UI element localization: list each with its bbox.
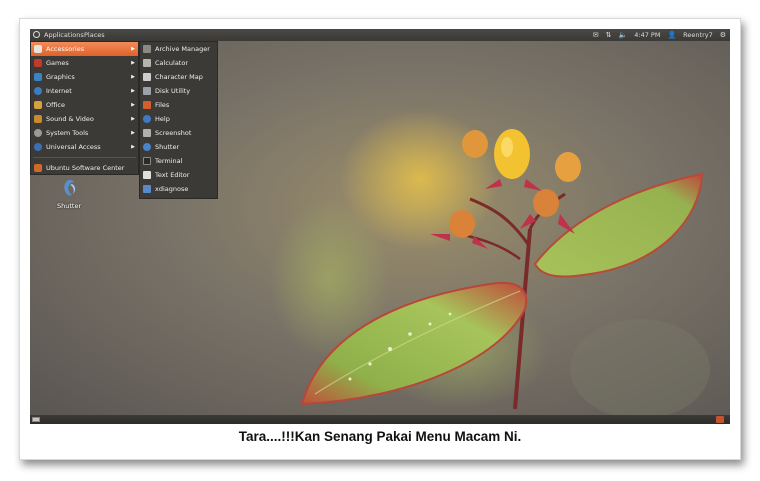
menu-item-label: Graphics [46, 73, 75, 81]
menu-item-office[interactable]: Office ▶ [31, 98, 138, 112]
submenu-item-label: Files [155, 101, 170, 109]
menu-item-internet[interactable]: Internet ▶ [31, 84, 138, 98]
system-tray: ✉ ⇅ 🔈 4:47 PM 👤 Reentry7 ⚙ [593, 29, 726, 41]
submenu-item-files[interactable]: Files [140, 98, 217, 112]
network-icon[interactable]: ⇅ [606, 29, 612, 41]
menu-item-system-tools[interactable]: System Tools ▶ [31, 126, 138, 140]
submenu-item-label: Screenshot [155, 129, 192, 137]
shutter-icon [143, 143, 151, 151]
user-icon: 👤 [667, 31, 677, 39]
gear-icon[interactable]: ⚙ [720, 29, 726, 41]
sound-video-icon [34, 115, 42, 123]
disk-icon [143, 87, 151, 95]
submenu-item-label: Character Map [155, 73, 203, 81]
xdiagnose-icon [143, 185, 151, 193]
submenu-arrow-icon: ▶ [131, 102, 135, 108]
mail-icon[interactable]: ✉ [593, 29, 599, 41]
desktop-icon-label: Shutter [57, 202, 82, 210]
submenu-arrow-icon: ▶ [131, 144, 135, 150]
submenu-item-terminal[interactable]: Terminal [140, 154, 217, 168]
submenu-arrow-icon: ▶ [131, 74, 135, 80]
character-map-icon [143, 73, 151, 81]
volume-icon[interactable]: 🔈 [619, 29, 628, 41]
submenu-item-xdiagnose[interactable]: xdiagnose [140, 182, 217, 196]
accessories-submenu: Archive Manager Calculator Character Map… [139, 41, 218, 199]
menu-item-label: Ubuntu Software Center [46, 164, 125, 172]
help-icon [143, 115, 151, 123]
menu-item-universal-access[interactable]: Universal Access ▶ [31, 140, 138, 154]
submenu-arrow-icon: ▶ [131, 46, 135, 52]
user-name[interactable]: Reentry7 [683, 29, 713, 41]
games-icon [34, 59, 42, 67]
bottom-panel [30, 415, 730, 424]
menu-separator [33, 157, 136, 158]
submenu-item-shutter[interactable]: Shutter [140, 140, 217, 154]
desktop-screen: Applications Places ✉ ⇅ 🔈 4:47 PM 👤 Reen… [30, 29, 730, 424]
universal-access-icon [34, 143, 42, 151]
applications-menu: Accessories ▶ Games ▶ Graphics ▶ Interne… [30, 41, 139, 175]
software-center-icon [34, 164, 42, 172]
menu-item-label: Universal Access [46, 143, 101, 151]
menu-item-games[interactable]: Games ▶ [31, 56, 138, 70]
menu-item-label: Internet [46, 87, 72, 95]
submenu-item-label: Terminal [155, 157, 183, 165]
menu-item-label: Office [46, 101, 65, 109]
submenu-item-calculator[interactable]: Calculator [140, 56, 217, 70]
submenu-item-label: Text Editor [155, 171, 190, 179]
submenu-item-label: Calculator [155, 59, 189, 67]
menu-item-graphics[interactable]: Graphics ▶ [31, 70, 138, 84]
submenu-item-label: Disk Utility [155, 87, 191, 95]
accessories-icon [34, 45, 42, 53]
screenshot-icon [143, 129, 151, 137]
submenu-arrow-icon: ▶ [131, 60, 135, 66]
internet-icon [34, 87, 42, 95]
submenu-item-character-map[interactable]: Character Map [140, 70, 217, 84]
submenu-item-label: Help [155, 115, 170, 123]
system-tools-icon [34, 129, 42, 137]
submenu-item-disk-utility[interactable]: Disk Utility [140, 84, 217, 98]
menu-item-software-center[interactable]: Ubuntu Software Center [31, 161, 138, 175]
applications-menu-button[interactable]: Applications [44, 29, 84, 41]
screenshot-frame: Applications Places ✉ ⇅ 🔈 4:47 PM 👤 Reen… [19, 18, 741, 460]
menu-item-label: Accessories [46, 45, 85, 53]
shutter-icon [64, 179, 76, 196]
places-menu-button[interactable]: Places [84, 29, 105, 41]
clock[interactable]: 4:47 PM [634, 29, 660, 41]
show-desktop-button[interactable] [32, 417, 40, 422]
submenu-item-label: Shutter [155, 143, 180, 151]
calculator-icon [143, 59, 151, 67]
top-panel: Applications Places ✉ ⇅ 🔈 4:47 PM 👤 Reen… [30, 29, 730, 41]
terminal-icon [143, 157, 151, 165]
submenu-arrow-icon: ▶ [131, 88, 135, 94]
desktop-icon-shutter[interactable]: Shutter [57, 179, 81, 210]
submenu-item-screenshot[interactable]: Screenshot [140, 126, 217, 140]
office-icon [34, 101, 42, 109]
trash-icon[interactable] [716, 416, 724, 423]
files-icon [143, 101, 151, 109]
submenu-item-label: Archive Manager [155, 45, 210, 53]
menu-item-label: System Tools [46, 129, 89, 137]
menu-item-label: Sound & Video [46, 115, 94, 123]
submenu-arrow-icon: ▶ [131, 116, 135, 122]
submenu-item-help[interactable]: Help [140, 112, 217, 126]
archive-icon [143, 45, 151, 53]
text-editor-icon [143, 171, 151, 179]
ubuntu-logo-icon[interactable] [33, 31, 40, 38]
menu-item-sound-video[interactable]: Sound & Video ▶ [31, 112, 138, 126]
menu-item-accessories[interactable]: Accessories ▶ [31, 42, 138, 56]
caption: Tara....!!!Kan Senang Pakai Menu Macam N… [238, 429, 522, 444]
submenu-item-text-editor[interactable]: Text Editor [140, 168, 217, 182]
submenu-item-label: xdiagnose [155, 185, 189, 193]
submenu-arrow-icon: ▶ [131, 130, 135, 136]
menu-item-label: Games [46, 59, 69, 67]
graphics-icon [34, 73, 42, 81]
submenu-item-archive-manager[interactable]: Archive Manager [140, 42, 217, 56]
